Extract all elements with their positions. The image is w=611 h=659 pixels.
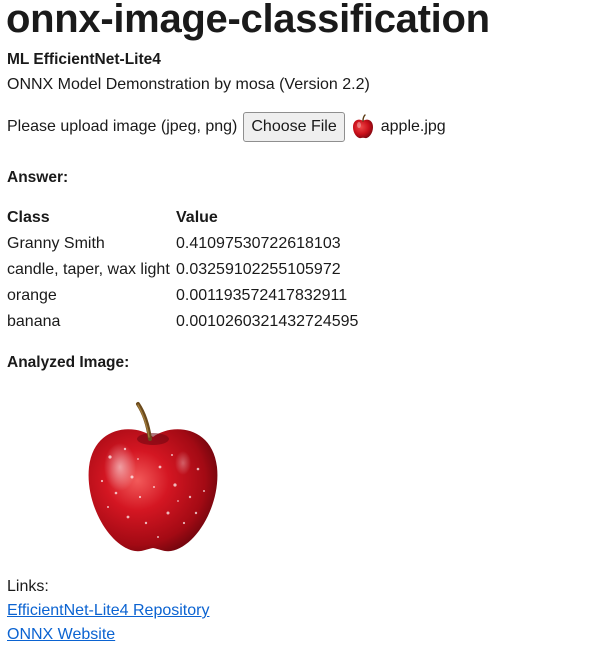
apple-icon (351, 114, 375, 140)
class-cell: orange (7, 287, 57, 304)
apple-image (80, 397, 226, 557)
table-row: Granny Smith 0.41097530722618103 (5, 231, 360, 257)
model-description: ONNX Model Demonstration by mosa (Versio… (7, 76, 370, 93)
column-header-class: Class (7, 209, 50, 226)
links-label: Links: (7, 578, 49, 595)
analyzed-image-heading: Analyzed Image: (7, 354, 130, 371)
value-cell: 0.001193572417832911 (176, 287, 348, 304)
class-cell: candle, taper, wax light (7, 261, 170, 278)
efficientnet-repository-link[interactable]: EfficientNet-Lite4 Repository (7, 602, 209, 620)
table-row: orange 0.001193572417832911 (5, 283, 360, 309)
choose-file-button[interactable]: Choose File (243, 112, 345, 142)
table-row: candle, taper, wax light 0.0325910225510… (5, 257, 360, 283)
column-header-value: Value (176, 209, 218, 226)
results-table: Class Value Granny Smith 0.4109753072261… (5, 205, 360, 335)
onnx-website-link[interactable]: ONNX Website (7, 626, 115, 644)
value-cell: 0.41097530722618103 (176, 235, 341, 252)
class-cell: banana (7, 313, 61, 330)
upload-row: Please upload image (jpeg, png) Choose F… (7, 112, 446, 142)
upload-label: Please upload image (jpeg, png) (7, 118, 238, 135)
table-row: banana 0.0010260321432724595 (5, 309, 360, 335)
model-subtitle: ML EfficientNet-Lite4 (7, 51, 161, 68)
value-cell: 0.0010260321432724595 (176, 313, 359, 330)
value-cell: 0.03259102255105972 (176, 261, 341, 278)
class-cell: Granny Smith (7, 235, 105, 252)
page-title: onnx-image-classification (6, 0, 490, 41)
selected-file-name: apple.jpg (380, 118, 446, 135)
answer-heading: Answer: (7, 169, 69, 186)
table-header-row: Class Value (5, 205, 360, 231)
